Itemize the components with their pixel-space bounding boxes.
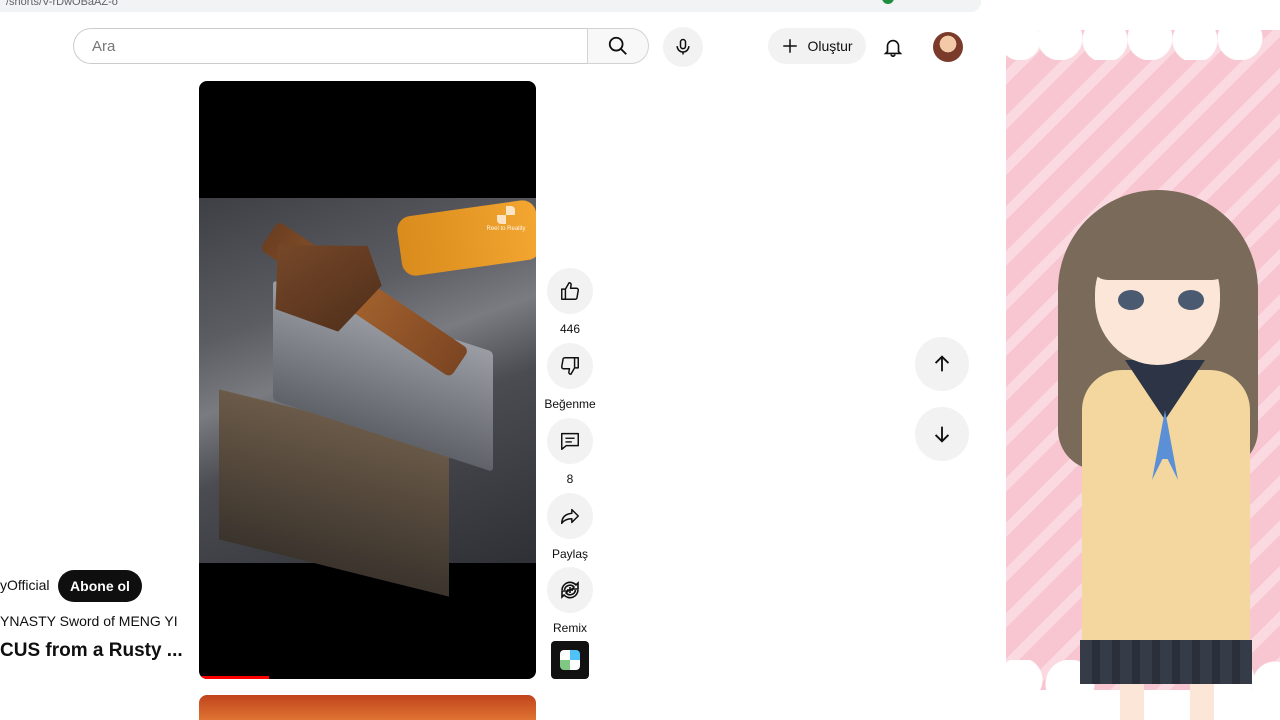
search-icon — [608, 36, 627, 55]
remix-button[interactable] — [547, 567, 593, 613]
cast-icon[interactable] — [798, 0, 812, 4]
previous-short-button[interactable] — [915, 337, 969, 391]
arrow-down-icon — [934, 426, 950, 443]
search-button[interactable] — [587, 28, 649, 64]
translate-icon[interactable] — [770, 0, 784, 4]
notifications-button[interactable] — [876, 30, 910, 64]
share-label: Paylaş — [551, 547, 589, 561]
create-button[interactable]: Oluştur — [768, 28, 866, 64]
channel-logo-icon — [560, 650, 580, 670]
vtuber-avatar-overlay — [1000, 0, 1280, 720]
watermark-text: Reel to Reality — [486, 226, 526, 232]
like-action: 446 — [547, 268, 593, 336]
arrow-up-icon — [934, 355, 950, 372]
profile-icon[interactable] — [882, 0, 894, 4]
share-action: Paylaş — [547, 493, 593, 561]
shorts-video-player[interactable]: Reel to Reality — [199, 81, 536, 679]
browser-toolbar-icons — [770, 0, 922, 4]
url-text: /shorts/V-rDwOBaAZ-o — [6, 0, 118, 8]
character-left-eye — [1118, 290, 1144, 310]
video-title[interactable]: CUS from a Rusty ... — [0, 640, 183, 662]
character-right-eye — [1178, 290, 1204, 310]
thumbs-down-icon — [561, 357, 579, 375]
video-progress-bar[interactable] — [199, 676, 269, 679]
comments-button[interactable] — [547, 418, 593, 464]
remix-label: Remix — [552, 621, 587, 635]
like-count: 446 — [559, 322, 581, 336]
account-avatar[interactable] — [933, 32, 963, 62]
dislike-button[interactable] — [547, 343, 593, 389]
next-short-preview[interactable] — [199, 695, 536, 720]
sound-channel-thumbnail[interactable] — [551, 641, 589, 679]
comment-icon — [561, 432, 579, 450]
bookmark-star-icon[interactable] — [826, 0, 840, 4]
dislike-action: Beğenme — [544, 343, 596, 411]
like-button[interactable] — [547, 268, 593, 314]
watermark-logo-icon — [497, 206, 515, 224]
remix-action: Remix — [547, 567, 593, 635]
comments-action: 8 — [547, 418, 593, 486]
next-short-button[interactable] — [915, 407, 969, 461]
video-frame-image: Reel to Reality — [199, 198, 536, 597]
share-arrow-icon — [561, 508, 579, 525]
comment-count: 8 — [566, 472, 574, 486]
cloud-decoration-top — [1000, 0, 1280, 60]
channel-name[interactable]: yOfficial — [0, 577, 50, 593]
create-label: Oluştur — [807, 38, 853, 54]
search-input[interactable] — [90, 36, 587, 56]
character-right-leg — [1190, 684, 1214, 720]
browser-toolbar: /shorts/V-rDwOBaAZ-o — [0, 0, 1000, 14]
sound-title[interactable]: YNASTY Sword of MENG YI — [0, 613, 178, 629]
more-menu-icon[interactable] — [908, 0, 922, 4]
search-box — [73, 28, 587, 64]
dislike-label: Beğenme — [544, 397, 596, 411]
voice-search-button[interactable] — [663, 27, 703, 67]
character-left-leg — [1120, 684, 1144, 720]
microphone-icon — [676, 38, 690, 55]
share-button[interactable] — [547, 493, 593, 539]
plus-icon — [783, 39, 798, 53]
remix-icon — [561, 581, 579, 599]
character-skirt — [1080, 640, 1252, 684]
extensions-icon[interactable] — [854, 0, 868, 4]
thumbs-up-icon — [561, 282, 579, 300]
bell-icon — [883, 39, 903, 57]
subscribe-button[interactable]: Abone ol — [58, 570, 142, 602]
video-watermark: Reel to Reality — [484, 206, 528, 232]
panel-divider — [1000, 0, 1006, 720]
